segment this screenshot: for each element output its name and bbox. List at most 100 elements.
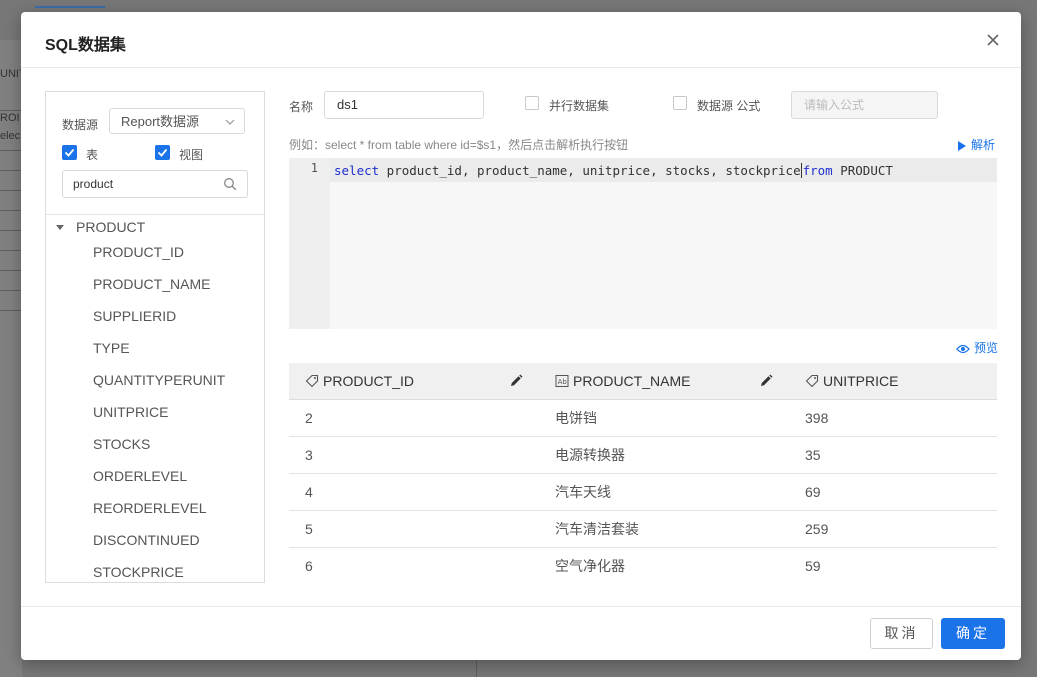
table-cell: 电饼铛 (555, 410, 597, 426)
search-icon[interactable] (223, 177, 237, 191)
svg-text:Ab: Ab (558, 378, 568, 386)
chevron-down-icon (225, 119, 235, 125)
preview-table: PRODUCT_ID Ab PRODUCT_NAME UNITPRICE 2 电… (289, 363, 997, 582)
table-row: 6 空气净化器 59 (289, 548, 997, 582)
background-text: ROI (0, 112, 20, 124)
table-cell: 6 (305, 558, 313, 574)
datasource-label: 数据源 (62, 118, 99, 132)
background-row-line (0, 270, 22, 271)
tree-node-product[interactable]: PRODUCT (54, 216, 145, 238)
background-row-line (0, 250, 22, 251)
tree-field-item[interactable]: SUPPLIERID (93, 306, 176, 326)
datasource-formula-label: 数据源 公式 (697, 99, 761, 113)
datasource-select[interactable]: Report数据源 (109, 108, 245, 134)
sql-text: PRODUCT (832, 163, 893, 178)
name-input[interactable]: ds1 (324, 91, 484, 119)
background-divider (476, 660, 477, 677)
sql-keyword: select (334, 163, 380, 178)
tree-field-item[interactable]: PRODUCT_ID (93, 242, 184, 262)
background-row-line (0, 210, 22, 211)
tree-field-item[interactable]: STOCKS (93, 434, 150, 454)
tree-field-item[interactable]: REORDERLEVEL (93, 498, 207, 518)
editor-gutter: 1 (289, 158, 330, 329)
column-header: UNITPRICE (805, 363, 898, 399)
tree-field-item[interactable]: UNITPRICE (93, 402, 168, 422)
tree-field-item[interactable]: QUANTITYPERUNIT (93, 370, 225, 390)
background-row-line (0, 170, 22, 171)
table-cell: 5 (305, 521, 313, 537)
cancel-button[interactable]: 取消 (870, 618, 933, 649)
background-row-line (0, 110, 22, 111)
number-tag-icon (805, 374, 819, 388)
table-checkbox-label: 表 (86, 148, 99, 162)
ok-button[interactable]: 确定 (941, 618, 1005, 649)
table-cell: 电源转换器 (555, 447, 625, 463)
table-search[interactable] (62, 170, 248, 198)
tree-field-item[interactable]: ORDERLEVEL (93, 466, 187, 486)
table-cell: 59 (805, 558, 821, 574)
sql-code-line[interactable]: select product_id, product_name, unitpri… (334, 163, 893, 178)
table-cell: 2 (305, 410, 313, 426)
background-row-line (0, 230, 22, 231)
line-number: 1 (310, 161, 318, 175)
caret-down-icon[interactable] (56, 224, 64, 230)
dialog-header: SQL数据集 (21, 12, 1021, 68)
preview-button-label: 预览 (974, 341, 999, 355)
tree-field-item[interactable]: STOCKPRICE (93, 562, 184, 582)
table-search-input[interactable] (73, 172, 223, 196)
column-header: PRODUCT_ID (305, 363, 414, 399)
sql-dataset-dialog: SQL数据集 数据源 Report数据源 表 视图 product PRODUC… (21, 12, 1021, 660)
datasource-formula-checkbox[interactable] (673, 96, 687, 110)
number-tag-icon (305, 374, 319, 388)
edit-pencil-icon[interactable] (509, 374, 523, 388)
tree-field-item[interactable]: PRODUCT_NAME (93, 274, 210, 294)
preview-button[interactable]: 预览 (956, 339, 998, 356)
background-row-line (0, 150, 22, 151)
tree-field-item[interactable]: TYPE (93, 338, 130, 358)
tree-node-label: PRODUCT (76, 219, 146, 235)
dialog-title: SQL数据集 (45, 37, 126, 54)
text-cursor (800, 163, 802, 178)
check-icon (64, 148, 75, 157)
table-row: 2 电饼铛 398 (289, 400, 997, 437)
close-icon[interactable] (983, 30, 1003, 50)
play-icon (958, 141, 966, 151)
parallel-dataset-checkbox[interactable] (525, 96, 539, 110)
dialog-footer-divider (21, 606, 1021, 607)
sql-hint-text: 例如：select * from table where id=$s1，然后点击… (289, 138, 629, 152)
table-checkbox[interactable] (62, 145, 77, 160)
sql-editor[interactable]: 1 select product_id, product_name, unitp… (289, 158, 997, 329)
column-header-label: PRODUCT_NAME (573, 373, 691, 389)
background-tab-indicator (35, 6, 105, 8)
datasource-select-value: Report数据源 (121, 114, 200, 129)
table-cell: 3 (305, 447, 313, 463)
table-cell: 汽车清洁套装 (555, 521, 639, 537)
table-browser-panel: 数据源 Report数据源 表 视图 PRODUCT PRODUCT_ID (45, 91, 265, 583)
parse-button[interactable]: 解析 (957, 136, 995, 153)
formula-input[interactable]: 请输入公式 (791, 91, 938, 119)
column-header-label: PRODUCT_ID (323, 373, 415, 389)
view-checkbox[interactable] (155, 145, 170, 160)
table-cell: 69 (805, 484, 821, 500)
table-cell: 398 (805, 410, 829, 426)
parallel-dataset-label: 并行数据集 (549, 99, 610, 113)
table-cell: 35 (805, 447, 821, 463)
view-checkbox-label: 视图 (179, 148, 204, 162)
column-header-label: UNITPRICE (823, 373, 899, 389)
table-header: PRODUCT_ID Ab PRODUCT_NAME UNITPRICE (289, 363, 997, 400)
text-type-icon: Ab (555, 375, 569, 387)
check-icon (157, 148, 168, 157)
sql-keyword: from (802, 163, 833, 178)
parse-button-label: 解析 (971, 138, 996, 152)
table-cell: 259 (805, 521, 829, 537)
table-cell: 汽车天线 (555, 484, 611, 500)
tree-field-item[interactable]: DISCONTINUED (93, 530, 200, 550)
table-row: 5 汽车清洁套装 259 (289, 511, 997, 548)
background-left-panel: UNIT ROI elec (0, 40, 26, 677)
edit-pencil-icon[interactable] (759, 374, 773, 388)
close-button[interactable] (983, 30, 1003, 50)
column-header: Ab PRODUCT_NAME (555, 363, 690, 399)
sql-text: product_id, product_name, unitprice, sto… (379, 163, 801, 178)
table-row: 3 电源转换器 35 (289, 437, 997, 474)
background-row-line (0, 310, 22, 311)
